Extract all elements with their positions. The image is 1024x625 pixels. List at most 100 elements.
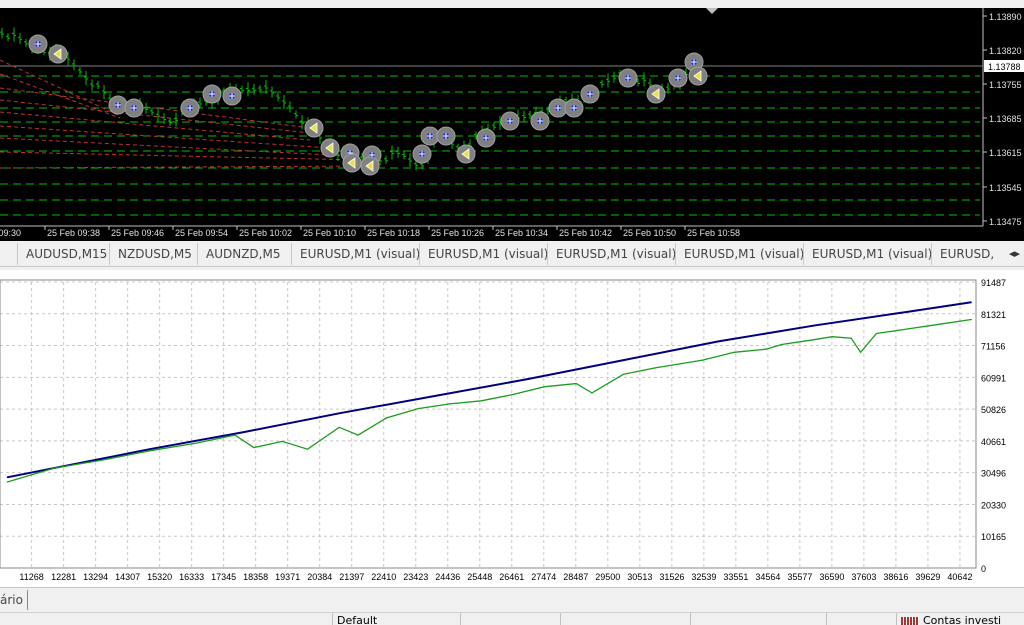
equity-point (196, 442, 198, 444)
equity-point (253, 447, 255, 449)
x-tick-label: 32539 (691, 572, 716, 582)
y-tick-label: 71156 (981, 342, 1005, 352)
trade-line (0, 99, 311, 134)
backtest-graph: 91487 81321 71156 60991 50826 40661 30496 20330… (0, 270, 1024, 587)
x-tick-label: 29500 (595, 572, 620, 582)
time-label: 25 Feb 10:18 (367, 228, 420, 238)
time-label: 25 Feb 10:26 (431, 228, 484, 238)
x-tick-label: 31526 (659, 572, 684, 582)
equity-point (970, 318, 972, 321)
x-tick-label: 34564 (755, 572, 780, 582)
equity-point (101, 459, 103, 461)
equity-point (907, 328, 909, 330)
time-label: 25 Feb 10:42 (559, 228, 612, 238)
x-tick-label: 26461 (499, 572, 524, 582)
tab-eurusd-m1-visual-5[interactable]: EURUSD,M1 (visual) (804, 243, 932, 265)
time-label: 25 Feb 09:46 (111, 228, 164, 238)
trade-marker-icon (412, 144, 432, 164)
tab-eurusd-m1-visual-2[interactable]: EURUSD,M1 (visual) (420, 243, 548, 265)
time-label: 25 Feb 10:50 (623, 228, 676, 238)
x-tick-label: 15320 (147, 572, 172, 582)
trade-marker-icon (420, 126, 440, 146)
tab-nzdusd-m5[interactable]: NZDUSD,M5 (110, 243, 198, 265)
equity-chart: 91487 81321 71156 60991 50826 40661 30496 20330… (0, 278, 1006, 582)
x-tick-label: 25448 (467, 572, 492, 582)
x-tick-label: 12281 (51, 572, 76, 582)
trade-marker-icon (580, 84, 600, 104)
trade-marker-icon (548, 98, 568, 118)
trade-line (0, 73, 121, 119)
balance-point (717, 340, 720, 342)
tab-eurusd-m1-visual-3[interactable]: EURUSD,M1 (visual) (548, 243, 676, 265)
status-segment-empty-3 (690, 613, 755, 625)
top-bar (0, 0, 1024, 8)
tab-eurusd-m1-visual-4[interactable]: EURUSD,M1 (visual) (676, 243, 804, 265)
balance-point (623, 359, 625, 361)
equity-point (357, 434, 359, 436)
price-chart[interactable]: 1.13890 1.13820 1.13755 1.13685 1.13615 1.135… (0, 8, 1024, 241)
y-tick-label: 81321 (981, 310, 1006, 320)
x-tick-label: 39629 (915, 572, 940, 582)
equity-point (575, 382, 577, 385)
y-tick-label: 10165 (981, 532, 1006, 542)
equity-point (417, 407, 419, 410)
tab-report[interactable]: ário (0, 590, 28, 610)
status-bar: Default Contas investi (0, 612, 1024, 625)
balance-point (148, 448, 151, 450)
price-label: 1.13820 (989, 46, 1022, 56)
equity-point (234, 434, 236, 436)
x-tick-label: 18358 (243, 572, 268, 582)
equity-point (512, 393, 514, 396)
y-tick-label: 50826 (981, 405, 1006, 415)
trade-marker-icon (530, 111, 550, 131)
trade-marker-icon (456, 144, 476, 164)
time-label: 25 Feb 10:10 (303, 228, 356, 238)
tab-eurusd-m1-visual-1[interactable]: EURUSD,M1 (visual) (292, 243, 420, 265)
trade-marker-icon (360, 156, 380, 176)
bottom-tab-bar: ário (0, 587, 1024, 612)
tab-eurusd-partial[interactable]: EURUSD, (932, 243, 1002, 265)
balance-point (812, 325, 814, 327)
trade-marker-icon (202, 84, 222, 104)
balance-point (433, 395, 435, 397)
equity-point (6, 481, 8, 483)
equity-point (338, 426, 340, 428)
trade-marker-icon (618, 68, 638, 88)
tab-audusd-m15[interactable]: AUDUSD,M15 (18, 243, 110, 265)
equity-line (7, 318, 972, 483)
equity-point (850, 337, 852, 339)
equity-point (385, 417, 388, 419)
equity-point (591, 392, 593, 394)
status-segment-empty-2 (560, 613, 625, 625)
x-tick-label: 27474 (531, 572, 556, 582)
price-label: 1.13890 (989, 12, 1022, 22)
x-tick-label: 40642 (947, 572, 972, 582)
status-connection: Contas investi (896, 613, 1024, 625)
x-tick-label: 20384 (307, 572, 332, 582)
equity-point (281, 440, 283, 442)
equity-point (860, 351, 862, 353)
price-label: 1.13615 (989, 148, 1022, 158)
trade-marker-icon (304, 118, 324, 138)
time-label: 25 Feb 09:54 (175, 228, 228, 238)
chart-tabs: AUDUSD,M15 NZDUSD,M5 AUDNZD,M5 EURUSD,M1… (0, 243, 1024, 267)
x-tick-label: 24436 (435, 572, 460, 582)
tab-audnzd-m5[interactable]: AUDNZD,M5 (198, 243, 292, 265)
x-tick-label: 14307 (115, 572, 140, 582)
price-label: 1.13475 (989, 217, 1022, 227)
chevron-left-right-icon[interactable]: ◂▸ (1009, 243, 1020, 265)
trade-marker-icon (342, 153, 362, 173)
status-profile: Default (332, 613, 417, 625)
trade-marker-icon (222, 86, 242, 106)
trade-marker-icon (180, 98, 200, 118)
equity-point (939, 323, 941, 325)
equity-point (148, 450, 151, 452)
equity-point (654, 367, 656, 369)
x-tick-label: 22410 (371, 572, 396, 582)
equity-point (449, 403, 451, 405)
balance-point (528, 378, 530, 380)
x-tick-label: 16333 (179, 572, 204, 582)
tab-partial[interactable] (0, 243, 18, 265)
price-label: 1.13685 (989, 114, 1022, 124)
time-label: 25 Feb 09:30 (0, 228, 21, 238)
